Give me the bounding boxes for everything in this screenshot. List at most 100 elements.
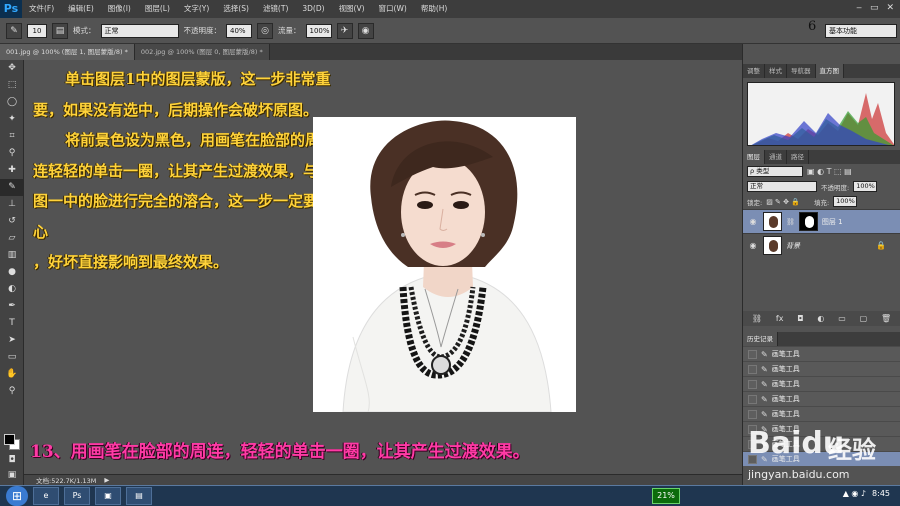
move-tool-icon[interactable]: ✥ — [0, 60, 24, 77]
tab-styles[interactable]: 样式 — [765, 64, 787, 78]
ie-taskbar-icon[interactable]: e — [33, 487, 59, 505]
pressure-opacity-icon[interactable]: ◎ — [257, 22, 273, 39]
menu-window[interactable]: 窗口(W) — [372, 0, 414, 18]
status-arrow-icon[interactable]: ▶ — [104, 476, 109, 484]
menu-layer[interactable]: 图层(L) — [138, 0, 177, 18]
layer-row-1[interactable]: ◉ ⛓ 图层 1 — [743, 209, 900, 233]
history-item[interactable]: ✎ 画笔工具 — [743, 361, 900, 376]
fx-icon[interactable]: fx — [776, 314, 784, 323]
type-tool-icon[interactable]: T — [0, 315, 24, 332]
app-taskbar-icon[interactable]: ▣ — [95, 487, 121, 505]
tab-history[interactable]: 历史记录 — [743, 332, 778, 346]
screen-mode-icon[interactable]: ▣ — [0, 467, 24, 484]
close-icon[interactable]: ✕ — [886, 3, 894, 13]
flow-field[interactable]: 100% — [305, 23, 332, 38]
clone-stamp-tool-icon[interactable]: ⊥ — [0, 196, 24, 213]
pen-tool-icon[interactable]: ✒ — [0, 298, 24, 315]
link-icon[interactable]: ⛓ — [786, 218, 795, 226]
tray-icons[interactable]: ▲ ◉ ♪ — [843, 489, 866, 498]
tab-navigator[interactable]: 导航器 — [787, 64, 816, 78]
brush-panel-icon[interactable]: ▤ — [52, 22, 68, 39]
layer-opacity-field[interactable]: 100% — [853, 181, 878, 192]
maximize-icon[interactable]: ▭ — [870, 3, 879, 13]
menu-type[interactable]: 文字(Y) — [177, 0, 216, 18]
menu-3d[interactable]: 3D(D) — [295, 0, 331, 18]
blend-row: 正常 不透明度: 100% — [743, 179, 900, 194]
zoom-tool-icon[interactable]: ⚲ — [0, 383, 24, 400]
clock[interactable]: 8:45 — [872, 489, 890, 498]
marquee-tool-icon[interactable]: ⬚ — [0, 77, 24, 94]
link-layers-icon[interactable]: ⛓ — [752, 314, 762, 323]
menu-edit[interactable]: 编辑(E) — [61, 0, 101, 18]
menu-view[interactable]: 视图(V) — [332, 0, 372, 18]
menu-file[interactable]: 文件(F) — [22, 0, 61, 18]
history-item[interactable]: ✎ 画笔工具 — [743, 346, 900, 361]
dodge-tool-icon[interactable]: ◐ — [0, 281, 24, 298]
shape-tool-icon[interactable]: ▭ — [0, 349, 24, 366]
fill-field[interactable]: 100% — [833, 196, 858, 207]
pressure-size-icon[interactable]: ◉ — [357, 22, 374, 39]
hand-tool-icon[interactable]: ✋ — [0, 366, 24, 383]
layer-mask-thumbnail[interactable] — [798, 212, 818, 231]
path-select-tool-icon[interactable]: ➤ — [0, 332, 24, 349]
doc-info[interactable]: 文档:522.7K/1.13M — [36, 475, 96, 485]
history-checkbox[interactable] — [748, 364, 757, 374]
tab-histogram[interactable]: 直方图 — [815, 64, 844, 78]
history-checkbox[interactable] — [748, 394, 757, 404]
watermark-word: 经验 — [828, 435, 876, 464]
group-icon[interactable]: ▭ — [838, 314, 846, 323]
lock-icons[interactable]: ▨ ✎ ✥ 🔒 — [766, 198, 800, 206]
blur-tool-icon[interactable]: ● — [0, 264, 24, 281]
history-checkbox[interactable] — [748, 379, 757, 389]
menu-select[interactable]: 选择(S) — [216, 0, 256, 18]
eraser-tool-icon[interactable]: ▱ — [0, 230, 24, 247]
tab-channels[interactable]: 通道 — [765, 150, 787, 164]
history-brush-tool-icon[interactable]: ↺ — [0, 213, 24, 230]
brush-tool-icon[interactable]: ✎ — [6, 22, 22, 39]
visibility-eye-icon[interactable]: ◉ — [747, 217, 759, 226]
start-button-icon[interactable]: ⊞ — [6, 486, 28, 506]
history-item[interactable]: ✎ 画笔工具 — [743, 376, 900, 391]
filter-icons[interactable]: ▣ ◐ T ⬚ ▤ — [807, 167, 852, 176]
folder-taskbar-icon[interactable]: ▤ — [126, 487, 152, 505]
crop-tool-icon[interactable]: ⌗ — [0, 128, 24, 145]
color-swatches[interactable] — [4, 434, 20, 450]
visibility-eye-icon[interactable]: ◉ — [747, 241, 759, 250]
layer-row-background[interactable]: ◉ 背景 🔒 — [743, 233, 900, 257]
tab-document-2[interactable]: 002.jpg @ 100% (图层 0, 图层蒙版/8) * — [134, 44, 270, 60]
brush-tool-icon[interactable]: ✎ — [0, 179, 24, 196]
photoshop-taskbar-icon[interactable]: Ps — [64, 487, 90, 505]
mode-select[interactable]: 正常 — [100, 23, 179, 38]
layer-name[interactable]: 背景 — [786, 241, 800, 251]
trash-icon[interactable]: 🗑 — [881, 314, 891, 323]
opacity-field[interactable]: 40% — [226, 23, 252, 38]
brush-size-field[interactable]: 10 — [27, 23, 47, 38]
tab-document-1[interactable]: 001.jpg @ 100% (图层 1, 图层蒙版/8) * — [0, 44, 135, 60]
tab-layers[interactable]: 图层 — [743, 150, 765, 164]
top-panel-tabs: 调整 样式 导航器 直方图 — [743, 64, 900, 78]
add-mask-icon[interactable]: ◘ — [797, 314, 803, 323]
tab-paths[interactable]: 路径 — [787, 150, 809, 164]
blend-mode-select[interactable]: 正常 — [747, 181, 817, 192]
foreground-color-swatch[interactable] — [4, 434, 15, 445]
history-checkbox[interactable] — [748, 349, 757, 359]
adjustment-icon[interactable]: ◐ — [817, 314, 824, 323]
quick-select-tool-icon[interactable]: ✦ — [0, 111, 24, 128]
workspace-select[interactable]: 基本功能 — [825, 24, 897, 38]
layer-name[interactable]: 图层 1 — [822, 217, 843, 227]
cpu-meter[interactable]: 21% — [652, 488, 680, 504]
gradient-tool-icon[interactable]: ▥ — [0, 247, 24, 264]
kind-filter-select[interactable]: ρ 类型 — [747, 166, 803, 177]
tab-adjustments[interactable]: 调整 — [743, 64, 765, 78]
lasso-tool-icon[interactable]: ◯ — [0, 94, 24, 111]
airbrush-icon[interactable]: ✈ — [336, 22, 353, 39]
healing-tool-icon[interactable]: ✚ — [0, 162, 24, 179]
menu-image[interactable]: 图像(I) — [101, 0, 138, 18]
new-layer-icon[interactable]: ▢ — [860, 314, 868, 323]
menu-help[interactable]: 帮助(H) — [414, 0, 455, 18]
menu-filter[interactable]: 滤镜(T) — [256, 0, 295, 18]
eyedropper-tool-icon[interactable]: ⚲ — [0, 145, 24, 162]
minimize-icon[interactable]: ‒ — [856, 3, 862, 13]
document-image[interactable] — [313, 117, 576, 412]
watermark-url: jingyan.baidu.com — [748, 468, 850, 481]
